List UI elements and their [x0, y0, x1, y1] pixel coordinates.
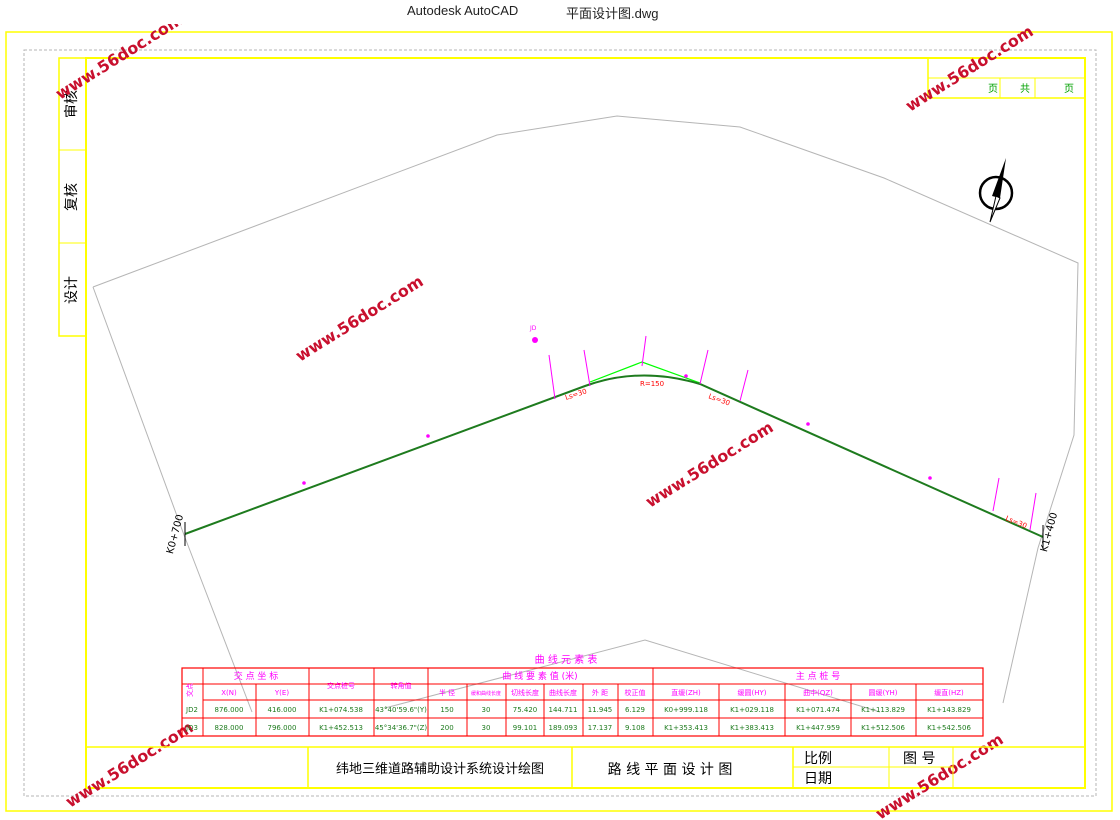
svg-text:30: 30 [482, 706, 491, 714]
sheet-number-label: 图 号 [903, 751, 935, 767]
svg-text:K1+542.506: K1+542.506 [927, 724, 971, 732]
svg-text:876.000: 876.000 [215, 706, 244, 714]
check-label: 复核 [63, 183, 80, 211]
svg-text:交 点 坐 标: 交 点 坐 标 [234, 670, 279, 682]
svg-text:曲中(QZ): 曲中(QZ) [803, 688, 833, 697]
svg-text:转角值: 转角值 [391, 681, 412, 690]
date-label: 日期 [804, 771, 832, 787]
north-arrow-icon [978, 158, 1014, 223]
svg-text:K1+353.413: K1+353.413 [664, 724, 708, 732]
scale-label: 比例 [804, 751, 832, 767]
svg-text:www.56doc.com: www.56doc.com [292, 271, 427, 365]
svg-text:JD3: JD3 [185, 724, 198, 732]
svg-text:K1+383.413: K1+383.413 [730, 724, 774, 732]
table-row: JD3 828.000 796.000 K1+452.513 45°34'36.… [185, 724, 971, 732]
svg-text:K1+512.506: K1+512.506 [861, 724, 905, 732]
design-label: 设计 [64, 276, 80, 304]
svg-text:144.711: 144.711 [549, 706, 578, 714]
svg-text:www.56doc.com: www.56doc.com [642, 417, 777, 511]
svg-text:189.093: 189.093 [549, 724, 578, 732]
svg-text:K1+447.959: K1+447.959 [796, 724, 840, 732]
svg-text:缓和曲线长度: 缓和曲线长度 [471, 690, 501, 697]
svg-text:200: 200 [440, 724, 453, 732]
jd-label: JD [529, 325, 537, 332]
svg-text:缓直(HZ): 缓直(HZ) [934, 688, 964, 697]
svg-text:30: 30 [482, 724, 491, 732]
svg-text:828.000: 828.000 [215, 724, 244, 732]
drawing-name: 路 线 平 面 设 计 图 [608, 762, 733, 778]
svg-text:K1+143.829: K1+143.829 [927, 706, 971, 714]
svg-text:www.56doc.com: www.56doc.com [872, 729, 1007, 820]
svg-text:www.56doc.com: www.56doc.com [62, 717, 197, 811]
table-row: JD2 876.000 416.000 K1+074.538 43°40'59.… [185, 706, 971, 714]
curve-element-table: 曲 线 元 素 表 交点 交 点 坐 标 X(N) Y(E) 交点桩号 转角值 … [181, 653, 984, 737]
svg-text:K1+113.829: K1+113.829 [861, 706, 905, 714]
svg-text:缓圆(HY): 缓圆(HY) [737, 688, 766, 697]
svg-text:45°34'36.7"(Z): 45°34'36.7"(Z) [375, 724, 428, 732]
svg-text:JD2: JD2 [185, 706, 198, 714]
svg-text:www.56doc.com: www.56doc.com [52, 24, 187, 103]
route-centerline [184, 374, 1044, 538]
end-station: K1+400 [1039, 511, 1060, 553]
svg-text:曲 线 要 素 值 (米): 曲 线 要 素 值 (米) [502, 670, 577, 682]
page-label: 页 [988, 83, 998, 95]
svg-text:切线长度: 切线长度 [511, 688, 539, 697]
drawing-canvas[interactable]: 审核 复核 设计 页 共 页 K0+700 K1+400 R=150 Ls=30… [0, 24, 1120, 820]
svg-text:半 径: 半 径 [439, 688, 455, 697]
radius-label: R=150 [640, 380, 664, 388]
project-boundary [92, 115, 1079, 704]
svg-text:11.945: 11.945 [588, 706, 613, 714]
document-title: 平面设计图.dwg [566, 6, 659, 21]
svg-text:交点桩号: 交点桩号 [327, 681, 355, 690]
svg-text:99.101: 99.101 [513, 724, 538, 732]
svg-text:圆缓(YH): 圆缓(YH) [868, 688, 897, 697]
svg-text:416.000: 416.000 [268, 706, 297, 714]
svg-text:796.000: 796.000 [268, 724, 297, 732]
system-label: 纬地三维道路辅助设计系统设计绘图 [336, 761, 544, 777]
svg-text:Y(E): Y(E) [274, 689, 289, 697]
ls-label-3: Ls=30 [1004, 514, 1028, 530]
svg-text:K1+071.474: K1+071.474 [796, 706, 840, 714]
ls-label-2: Ls=30 [707, 392, 731, 407]
svg-text:www.56doc.com: www.56doc.com [902, 24, 1037, 115]
svg-text:43°40'59.6"(Y): 43°40'59.6"(Y) [375, 706, 427, 714]
ls-label-1: Ls=30 [564, 387, 588, 402]
start-station: K0+700 [165, 513, 186, 555]
app-title: Autodesk AutoCAD [407, 3, 519, 18]
total-page-label: 页 [1064, 83, 1074, 95]
station-markers [302, 335, 1037, 531]
svg-text:校正值: 校正值 [625, 688, 646, 697]
svg-text:直缓(ZH): 直缓(ZH) [671, 688, 701, 697]
svg-text:X(N): X(N) [221, 689, 237, 697]
svg-text:K0+999.118: K0+999.118 [664, 706, 708, 714]
svg-text:K1+074.538: K1+074.538 [319, 706, 363, 714]
table-title: 曲 线 元 素 表 [535, 653, 598, 666]
svg-text:交点: 交点 [185, 683, 194, 697]
svg-text:17.137: 17.137 [588, 724, 613, 732]
total-label: 共 [1020, 83, 1030, 95]
svg-text:K1+029.118: K1+029.118 [730, 706, 774, 714]
svg-text:K1+452.513: K1+452.513 [319, 724, 363, 732]
svg-text:150: 150 [440, 706, 453, 714]
drawing-svg: 审核 复核 设计 页 共 页 K0+700 K1+400 R=150 Ls=30… [5, 24, 1113, 820]
svg-text:外 距: 外 距 [592, 688, 608, 697]
svg-text:6.129: 6.129 [625, 706, 645, 714]
svg-text:9.108: 9.108 [625, 724, 645, 732]
window-titlebar: Autodesk AutoCAD 平面设计图.dwg [0, 0, 1120, 24]
svg-text:曲线长度: 曲线长度 [549, 688, 577, 697]
svg-text:75.420: 75.420 [513, 706, 538, 714]
svg-text:主 点 桩 号: 主 点 桩 号 [796, 670, 841, 682]
